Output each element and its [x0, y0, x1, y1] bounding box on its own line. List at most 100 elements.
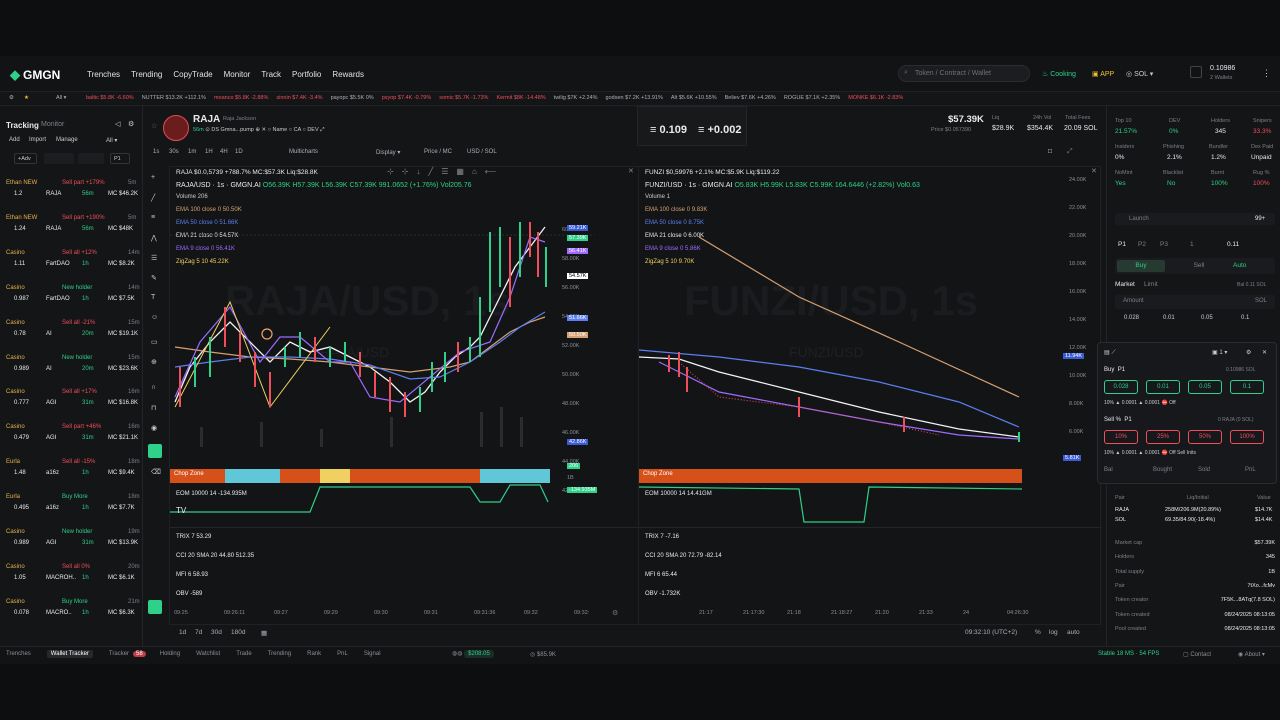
import-button[interactable]: Import: [29, 137, 46, 143]
launch-row[interactable]: Launch 99+: [1115, 213, 1275, 225]
sell-tab[interactable]: Sell: [1175, 262, 1223, 269]
list-item[interactable]: Eurla Buy More 18m 0.495 a16z 1h MC $7.7K: [4, 492, 140, 526]
quick-sell-4[interactable]: 100%: [1230, 430, 1264, 444]
list-item[interactable]: Casino Sell all +17% 16m 0.777 AGI 31m MC $16.…: [4, 387, 140, 421]
wallet-icon[interactable]: [1190, 66, 1202, 78]
popup-close-icon[interactable]: ✕: [1262, 349, 1267, 356]
nav-rewards[interactable]: Rewards: [332, 70, 364, 79]
list-item[interactable]: Ethan NEW Sell part +179% 5m 1.2 RAJA 56m MC $…: [4, 178, 140, 212]
favorite-star-icon[interactable]: ☆: [151, 122, 157, 130]
adv-button[interactable]: +Adv: [14, 153, 37, 164]
ruler-icon[interactable]: ▭: [151, 338, 158, 346]
list-item[interactable]: Eurla Sell all -15% 18m 1.48 a16z 1h MC $9.4K: [4, 457, 140, 491]
chain-select[interactable]: ◎ SOL ▾: [1126, 70, 1153, 78]
ticker-item[interactable]: moanco $5.8K -2.88%: [214, 95, 268, 101]
usd-sol-toggle[interactable]: USD / SOL: [467, 149, 497, 155]
footer-item-trending[interactable]: Trending: [268, 651, 291, 657]
interval-1m[interactable]: 1m: [188, 149, 196, 155]
trade-token[interactable]: AGI: [46, 400, 56, 406]
trade-token[interactable]: FartDAO: [46, 261, 70, 267]
trade-token[interactable]: MACROH..: [46, 575, 76, 581]
quick-sell-1[interactable]: 10%: [1104, 430, 1138, 444]
zoom-icon[interactable]: ⊕: [151, 358, 157, 366]
ticker-item[interactable]: sinnin $7.4K -3.4%: [276, 95, 322, 101]
filter-select[interactable]: All ▾: [106, 137, 117, 144]
add-button[interactable]: Add: [9, 137, 20, 143]
camera-icon[interactable]: ◘: [1048, 148, 1052, 155]
popup-settings-icon[interactable]: ⚙: [1246, 349, 1251, 356]
quick-buy-2[interactable]: 0.01: [1146, 380, 1180, 394]
min-input[interactable]: [44, 153, 74, 164]
cooking-button[interactable]: ♨ Cooking: [1042, 70, 1076, 78]
nav-portfolio[interactable]: Portfolio: [292, 70, 321, 79]
preset-p2[interactable]: P2: [1138, 241, 1146, 248]
fullscreen-icon[interactable]: ⤢: [1067, 148, 1073, 156]
market-tab[interactable]: Market: [1115, 281, 1135, 288]
preset-p1[interactable]: P1: [1118, 241, 1126, 248]
preset-p3[interactable]: P3: [1160, 241, 1168, 248]
footer-item-signal[interactable]: Signal: [364, 651, 381, 657]
interval-1d[interactable]: 1D: [235, 149, 243, 155]
list-item[interactable]: Casino Buy More 21m 0.078 MACRO.. 1h MC $6.3K: [4, 597, 140, 631]
footer-item-trenches[interactable]: Trenches: [6, 651, 31, 657]
menu-icon[interactable]: ⋮: [1262, 68, 1271, 79]
pitchfork-icon[interactable]: ⋀: [151, 234, 157, 242]
price-mc-toggle[interactable]: Price / MC: [424, 149, 452, 155]
crosshair-icon[interactable]: +: [151, 174, 155, 181]
list-item[interactable]: Casino Sell all +12% 14m 1.11 FartDAO 1h MC $8…: [4, 248, 140, 282]
ticker-item[interactable]: Alt $5.6K +10.55%: [671, 95, 717, 101]
percent-toggle[interactable]: %: [1035, 629, 1041, 636]
quick-buy-4[interactable]: 0.1: [1230, 380, 1264, 394]
wallet-balance[interactable]: 0.10986: [1210, 65, 1235, 72]
gear-icon[interactable]: ⚙: [9, 95, 14, 101]
nav-track[interactable]: Track: [261, 70, 281, 79]
manage-button[interactable]: Manage: [56, 137, 78, 143]
hline-icon[interactable]: ≡: [151, 214, 155, 221]
ticker-item[interactable]: baltic $5.8K -6.60%: [86, 95, 134, 101]
axis-settings-icon[interactable]: ⚙: [612, 609, 618, 617]
lock-icon[interactable]: ⊓: [151, 404, 156, 412]
tab-monitor[interactable]: Monitor: [41, 121, 64, 128]
ticker-item[interactable]: MONKE $6.1K -2.83%: [848, 95, 903, 101]
range-30d[interactable]: 30d: [211, 629, 222, 636]
trendline-icon[interactable]: ╱: [151, 194, 155, 202]
trade-token[interactable]: FartDAO: [46, 296, 70, 302]
logo[interactable]: ◆ GMGN: [10, 67, 60, 83]
color-swatch[interactable]: [148, 444, 162, 458]
magnet-icon[interactable]: ∩: [151, 384, 156, 391]
trash-icon[interactable]: ⌫: [151, 468, 161, 476]
info-value[interactable]: 7F5K...8ATq(7.8 SOL): [1221, 597, 1275, 603]
auto-toggle[interactable]: Auto: [1233, 262, 1246, 269]
contact-link[interactable]: ▢ Contact: [1183, 651, 1211, 658]
limit-tab[interactable]: Limit: [1144, 281, 1158, 288]
range-1d[interactable]: 1d: [179, 629, 186, 636]
trade-token[interactable]: AI: [46, 331, 52, 337]
preset-select[interactable]: P1: [110, 153, 130, 164]
app-button[interactable]: ▣ APP: [1092, 70, 1114, 78]
interval-30s[interactable]: 30s: [169, 149, 179, 155]
quick-buy-3[interactable]: 0.05: [1188, 380, 1222, 394]
list-item[interactable]: Casino Sell all -21% 15m 0.78 AI 20m MC $19.1K: [4, 318, 140, 352]
preset-amount-1[interactable]: 0.028: [1124, 315, 1139, 321]
wallet-count-select[interactable]: 1: [1190, 241, 1194, 248]
mute-icon[interactable]: ◁: [115, 120, 120, 128]
buy-tab[interactable]: Buy: [1117, 260, 1165, 272]
chart-pane-funzi[interactable]: FUNZI/USD, 1s FUNZI/USD FUNZI $0,59976 +…: [638, 166, 1102, 625]
preset-amount-3[interactable]: 0.05: [1201, 315, 1213, 321]
chart-icon[interactable]: ▤ ⟋: [1104, 349, 1116, 357]
nav-copytrade[interactable]: CopyTrade: [173, 70, 212, 79]
preset-amount-2[interactable]: 0.01: [1163, 315, 1175, 321]
tab-tracking[interactable]: Tracking: [6, 121, 39, 130]
trade-token[interactable]: RAJA: [46, 191, 61, 197]
popup-wallet-select[interactable]: ▣ 1 ▾: [1212, 349, 1227, 356]
interval-1s[interactable]: 1s: [153, 149, 159, 155]
display-button[interactable]: Display ▾: [376, 149, 400, 156]
amount-input[interactable]: Amount SOL: [1115, 295, 1275, 309]
text-icon[interactable]: T: [151, 294, 155, 301]
ticker-item[interactable]: Kermit $8K -14.48%: [496, 95, 545, 101]
list-item[interactable]: Casino Sell part +46% 16m 0.479 AGI 31m MC $21…: [4, 422, 140, 456]
log-toggle[interactable]: log: [1049, 629, 1058, 636]
search-input[interactable]: ⌕ Token / Contract / Wallet: [898, 65, 1030, 82]
range-7d[interactable]: 7d: [195, 629, 202, 636]
ticker-item[interactable]: psyop $7.4K -0.79%: [382, 95, 432, 101]
